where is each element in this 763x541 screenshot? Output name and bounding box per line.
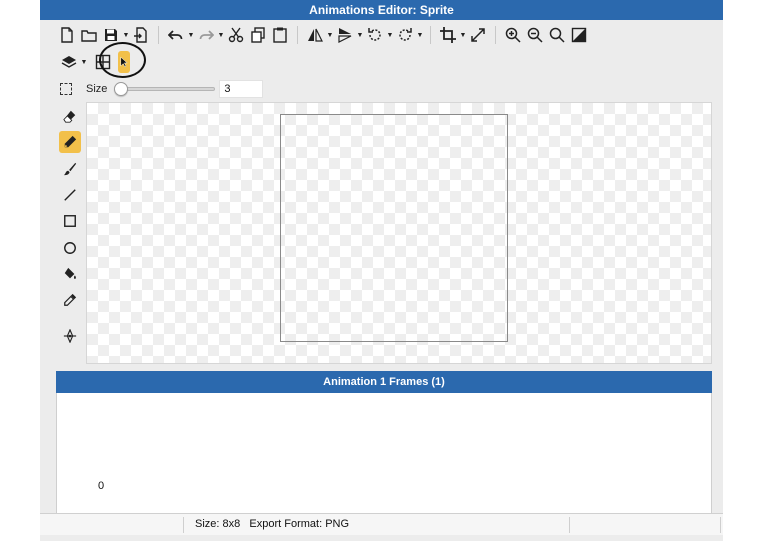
selection-marquee-icon[interactable]: [60, 83, 72, 95]
eraser-icon: [63, 110, 76, 123]
eyedropper-tool[interactable]: [59, 289, 81, 311]
move-anchor-icon: [63, 329, 77, 343]
brush-tool[interactable]: [59, 158, 81, 180]
ellipse-icon: [64, 242, 76, 254]
paste-icon[interactable]: [269, 24, 291, 46]
zoom-in-icon[interactable]: [502, 24, 524, 46]
size-slider[interactable]: [114, 82, 216, 96]
rotate-right-dropdown-caret[interactable]: ▼: [416, 24, 424, 46]
flip-vertical-dropdown-caret[interactable]: ▼: [356, 24, 364, 46]
cut-icon[interactable]: [225, 24, 247, 46]
status-divider: [720, 517, 721, 533]
layers-dropdown-caret[interactable]: ▼: [80, 51, 88, 73]
frames-panel-header: Animation 1 Frames (1): [56, 371, 712, 393]
layers-icon[interactable]: [58, 51, 80, 73]
resize-icon[interactable]: [467, 24, 489, 46]
size-input[interactable]: 3: [219, 80, 264, 98]
size-label: Size: [86, 83, 108, 95]
paint-bucket-tool[interactable]: [59, 263, 81, 285]
click-highlight-ring: [99, 42, 146, 78]
frame-index-label[interactable]: 0: [98, 480, 104, 492]
status-text: Size: 8x8 Export Format: PNG: [195, 518, 350, 530]
tool-palette: [56, 102, 84, 364]
rectangle-icon: [64, 215, 76, 227]
window-title: Animations Editor: Sprite: [40, 0, 723, 20]
status-divider: [183, 517, 184, 533]
line-tool[interactable]: [59, 184, 81, 206]
undo-dropdown-caret[interactable]: ▼: [187, 24, 195, 46]
ellipse-tool[interactable]: [59, 237, 81, 259]
eraser-tool[interactable]: [59, 105, 81, 127]
undo-icon[interactable]: [165, 24, 187, 46]
eyedropper-icon: [64, 293, 77, 306]
rectangle-tool[interactable]: [59, 210, 81, 232]
copy-icon[interactable]: [247, 24, 269, 46]
redo-icon[interactable]: [195, 24, 217, 46]
new-file-icon[interactable]: [56, 24, 78, 46]
toolbar-separator: [430, 26, 431, 44]
flip-horizontal-dropdown-caret[interactable]: ▼: [326, 24, 334, 46]
sprite-canvas[interactable]: [280, 114, 508, 342]
paint-bucket-icon: [64, 267, 76, 279]
zoom-out-icon[interactable]: [524, 24, 546, 46]
toolbar-separator: [158, 26, 159, 44]
screen: Animations Editor: Sprite ▼ ▼ ▼ ▼ ▼ ▼ ▼ …: [0, 0, 763, 541]
move-anchor-tool[interactable]: [59, 325, 81, 347]
status-bar: Size: 8x8 Export Format: PNG: [40, 513, 723, 535]
brush-options-bar: Size 3: [60, 78, 264, 100]
flip-horizontal-icon[interactable]: [304, 24, 326, 46]
drawing-canvas-area[interactable]: [86, 102, 712, 364]
rotate-left-dropdown-caret[interactable]: ▼: [386, 24, 394, 46]
line-icon: [64, 189, 76, 201]
color-adjust-icon[interactable]: [568, 24, 590, 46]
pencil-tool[interactable]: [59, 131, 81, 153]
frames-panel[interactable]: 0: [56, 393, 712, 513]
size-slider-thumb[interactable]: [114, 82, 129, 96]
pencil-icon: [64, 135, 77, 148]
zoom-fit-icon[interactable]: [546, 24, 568, 46]
crop-dropdown-caret[interactable]: ▼: [459, 24, 467, 46]
rotate-right-icon[interactable]: [394, 24, 416, 46]
main-toolbar: ▼ ▼ ▼ ▼ ▼ ▼ ▼ ▼: [56, 22, 590, 48]
crop-icon[interactable]: [437, 24, 459, 46]
toolbar-separator: [297, 26, 298, 44]
open-folder-icon[interactable]: [78, 24, 100, 46]
flip-vertical-icon[interactable]: [334, 24, 356, 46]
status-divider: [569, 517, 570, 533]
export-icon[interactable]: [130, 24, 152, 46]
rotate-left-icon[interactable]: [364, 24, 386, 46]
toolbar-separator: [495, 26, 496, 44]
redo-dropdown-caret[interactable]: ▼: [217, 24, 225, 46]
brush-icon: [63, 162, 77, 176]
animations-editor-window: Animations Editor: Sprite ▼ ▼ ▼ ▼ ▼ ▼ ▼ …: [40, 0, 723, 541]
